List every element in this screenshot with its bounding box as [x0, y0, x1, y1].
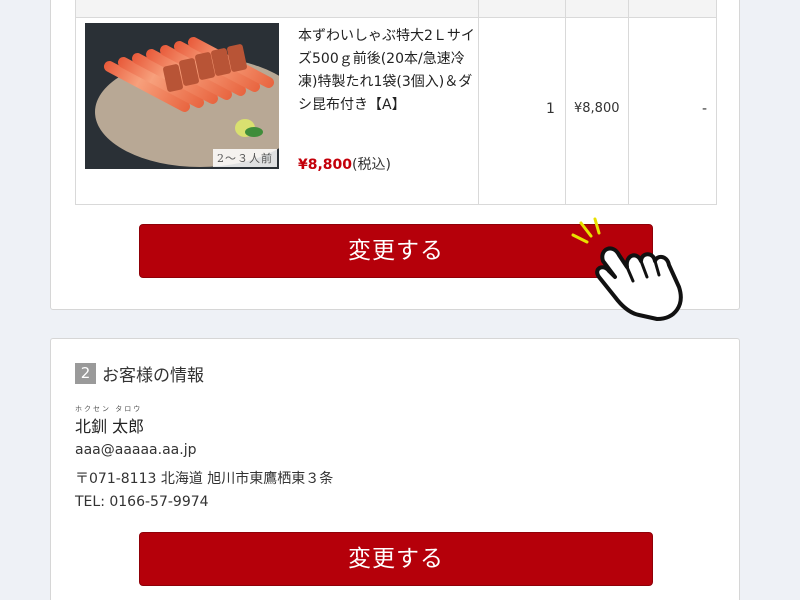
pointing-hand-icon: [571, 217, 683, 321]
section-number-badge: 2: [75, 363, 96, 384]
customer-email: aaa@aaaaa.aa.jp: [75, 442, 197, 458]
section-title: お客様の情報: [102, 366, 204, 386]
table-header-row: [76, 0, 716, 18]
customer-address: 〒071-8113 北海道 旭川市東鷹栖東３条: [75, 471, 334, 487]
quantity-value: 1: [546, 101, 555, 117]
price-value: ¥8,800: [298, 157, 353, 173]
customer-phone: TEL: 0166-57-9974: [75, 494, 209, 510]
serving-size-badge: 2～３人前: [213, 149, 277, 167]
customer-info-panel: 2 お客様の情報 ホクセン タロウ 北釧 太郎 aaa@aaaaa.aa.jp …: [50, 338, 740, 600]
product-price: ¥8,800(税込): [298, 154, 391, 174]
section-heading: 2 お客様の情報: [75, 361, 204, 386]
column-divider: [565, 0, 566, 204]
product-image: 2～３人前: [85, 23, 279, 169]
change-customer-button[interactable]: 変更する: [139, 532, 653, 586]
subtotal-value: ¥8,800: [574, 101, 620, 116]
order-items-panel: 2～３人前 本ずわいしゃぶ特大2Ｌサイズ500ｇ前後(20本/急速冷凍)特製たれ…: [50, 0, 740, 321]
extra-value: -: [702, 101, 708, 117]
customer-name: 北釧 太郎: [75, 417, 145, 436]
column-divider: [628, 0, 629, 204]
column-divider: [478, 0, 479, 204]
order-items-table: 2～３人前 本ずわいしゃぶ特大2Ｌサイズ500ｇ前後(20本/急速冷凍)特製たれ…: [75, 0, 717, 205]
tax-note: (税込): [352, 157, 391, 173]
product-name: 本ずわいしゃぶ特大2Ｌサイズ500ｇ前後(20本/急速冷凍)特製たれ1袋(3個入…: [298, 28, 475, 113]
